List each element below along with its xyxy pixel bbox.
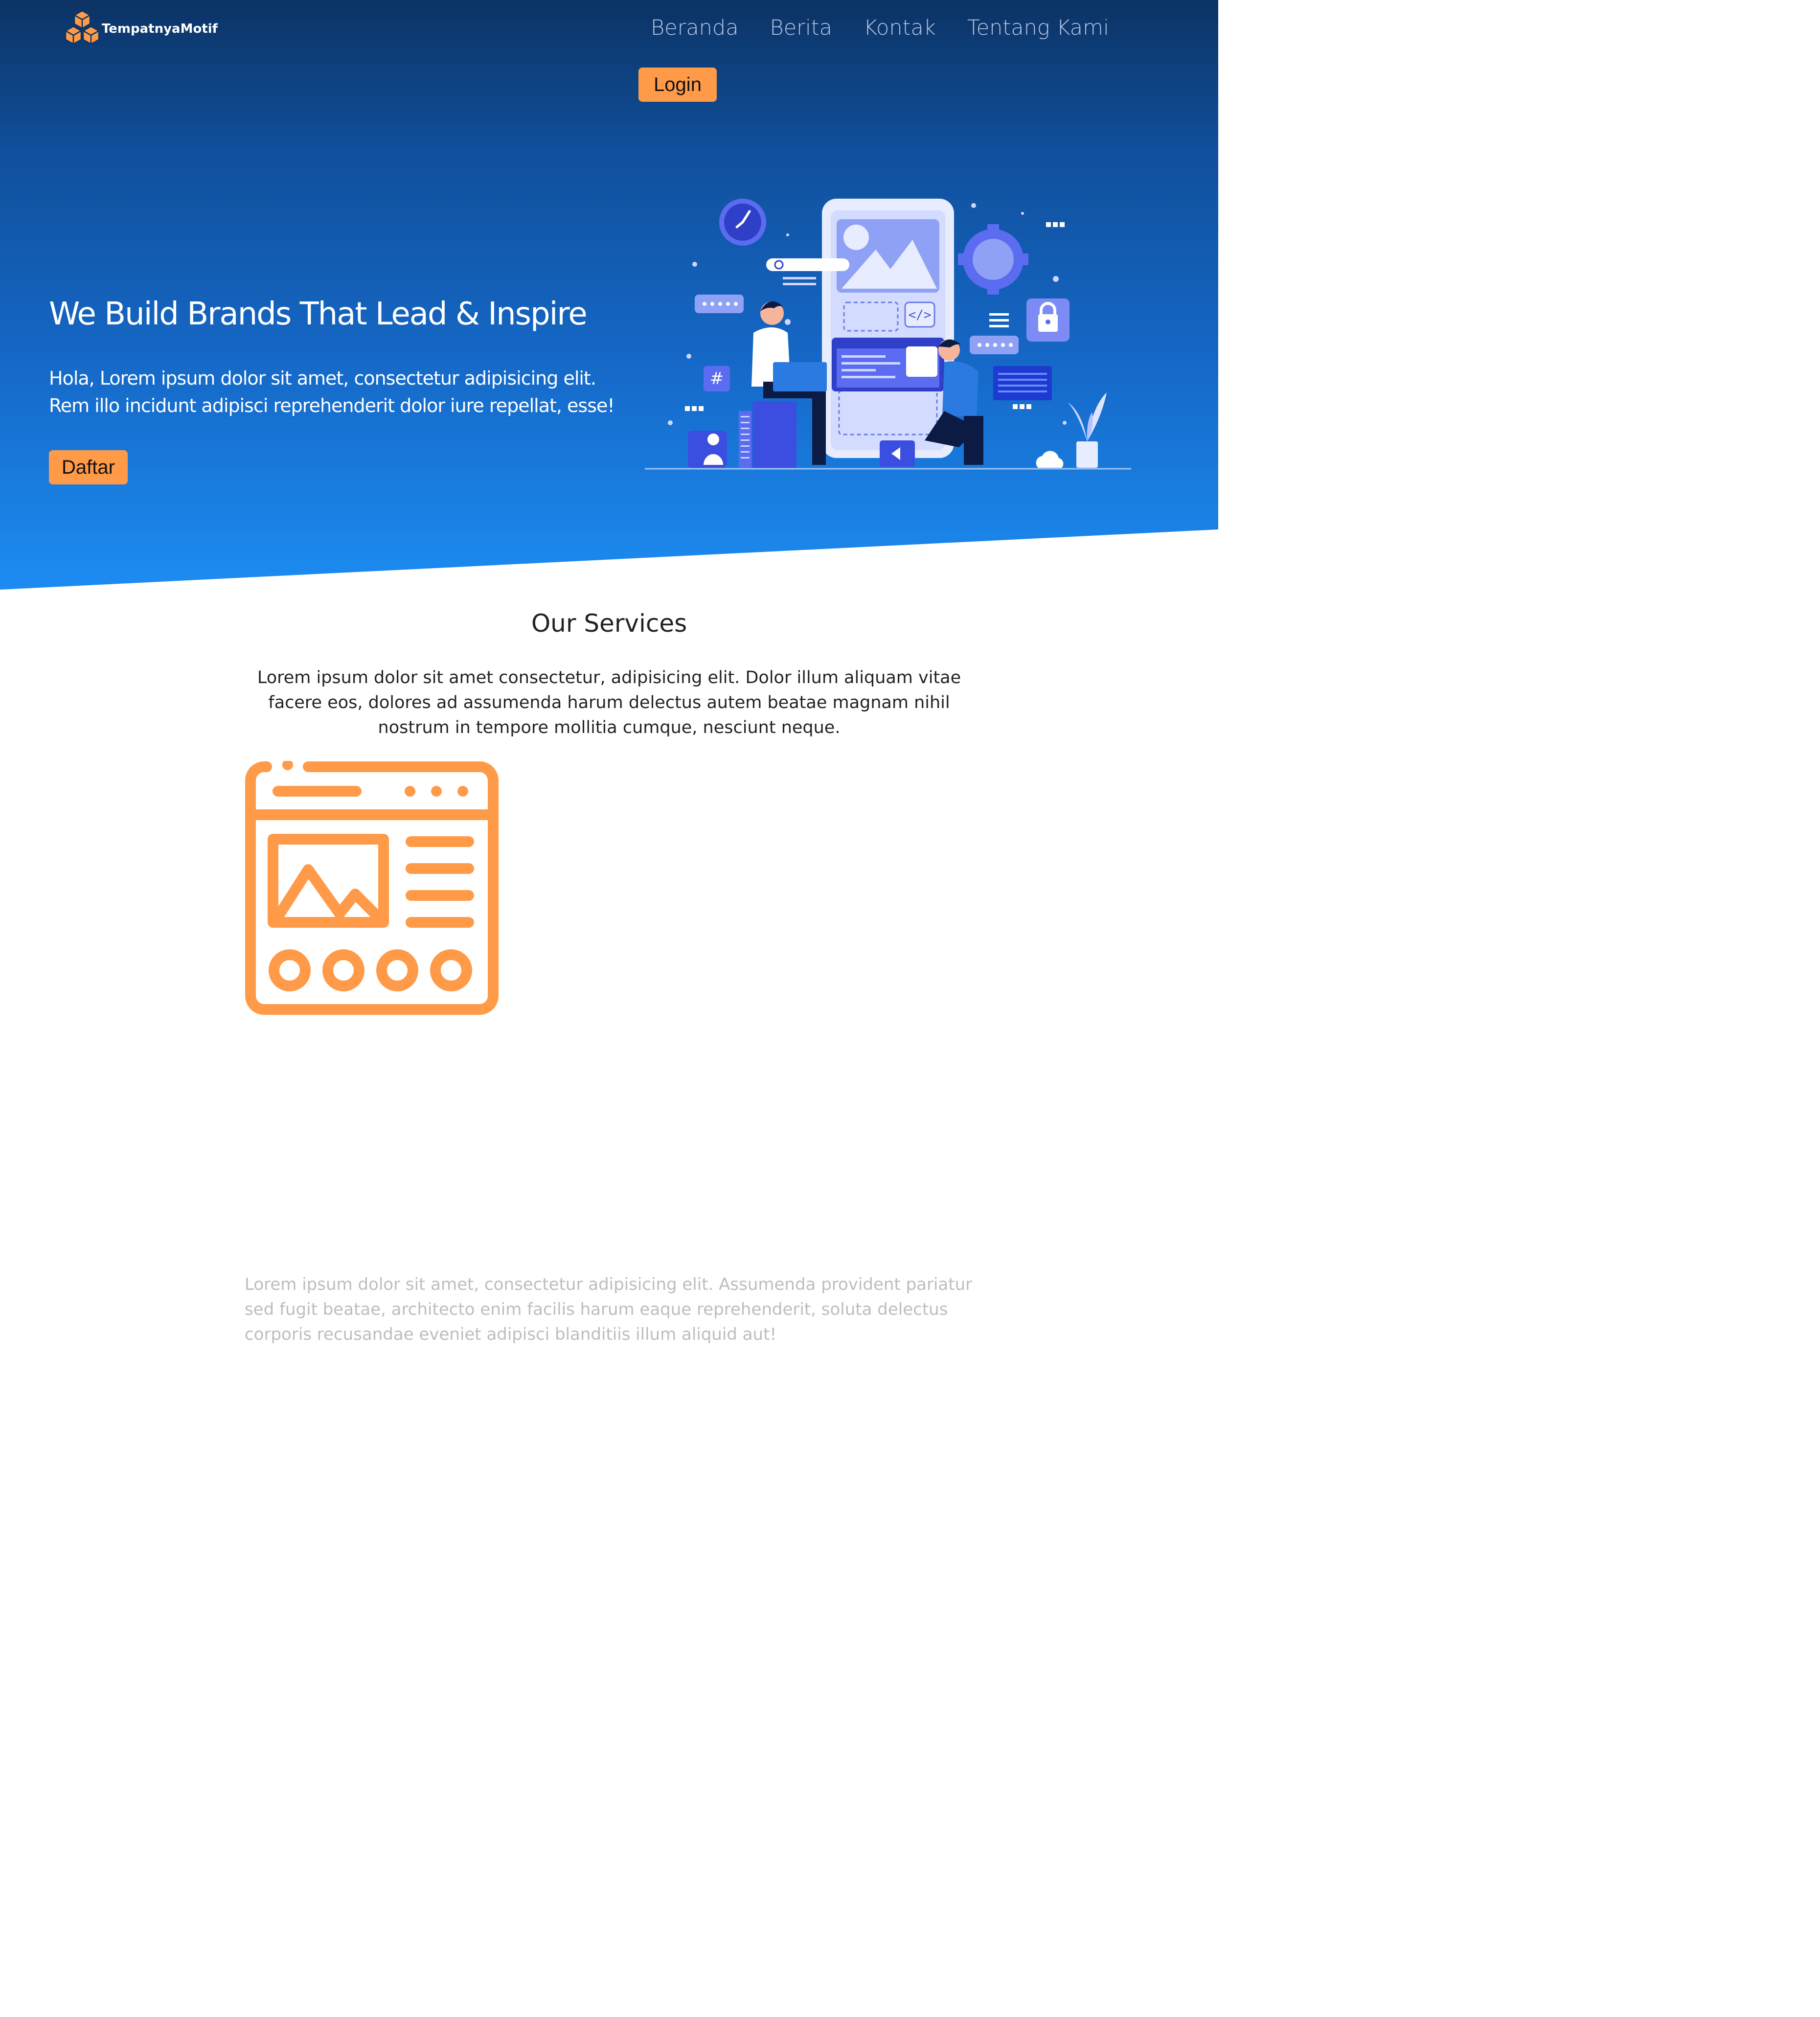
app-development-illustration: </> # <box>645 199 1131 470</box>
hero-text: Hola, Lorem ipsum dolor sit amet, consec… <box>49 365 636 419</box>
person-sitting <box>751 301 827 468</box>
lock-icon <box>1026 298 1069 342</box>
daftar-button[interactable]: Daftar <box>49 450 128 484</box>
services-description: Lorem ipsum dolor sit amet consectetur, … <box>257 668 961 737</box>
svg-text:#: # <box>710 369 724 389</box>
brand-name: TempatnyaMotif <box>102 22 218 36</box>
hero-title: We Build Brands That Lead & Inspire <box>49 296 588 332</box>
hero-text-line-2: Rem illo incidunt adipisci reprehenderit… <box>49 395 615 416</box>
hero-text-line-1: Hola, Lorem ipsum dolor sit amet, consec… <box>49 367 596 389</box>
brand-logo[interactable]: TempatnyaMotif <box>59 9 218 49</box>
nav-link-berita[interactable]: Berita <box>770 16 832 40</box>
user-icon <box>688 431 727 468</box>
service-item-text: Lorem ipsum dolor sit amet, consectetur … <box>245 1275 973 1344</box>
services-title: Our Services <box>531 609 687 638</box>
nav-link-tentang-kami[interactable]: Tentang Kami <box>967 16 1109 40</box>
clock-icon <box>719 199 766 246</box>
gear-icon <box>958 224 1028 295</box>
web-layout-icon <box>245 761 499 1015</box>
hashtag-icon: # <box>704 366 730 391</box>
login-button[interactable]: Login <box>638 68 717 102</box>
landing-page: TempatnyaMotif Beranda Berita Kontak Ten… <box>0 0 1820 2017</box>
nav-link-kontak[interactable]: Kontak <box>864 16 936 40</box>
phone-mockup: </> <box>822 199 954 458</box>
nav-link-beranda[interactable]: Beranda <box>651 16 739 40</box>
main-nav: Beranda Berita Kontak Tentang Kami <box>651 13 1140 43</box>
hero-section: TempatnyaMotif Beranda Berita Kontak Ten… <box>0 0 1218 590</box>
cubes-logo-icon <box>65 10 100 45</box>
svg-text:</>: </> <box>909 308 932 322</box>
